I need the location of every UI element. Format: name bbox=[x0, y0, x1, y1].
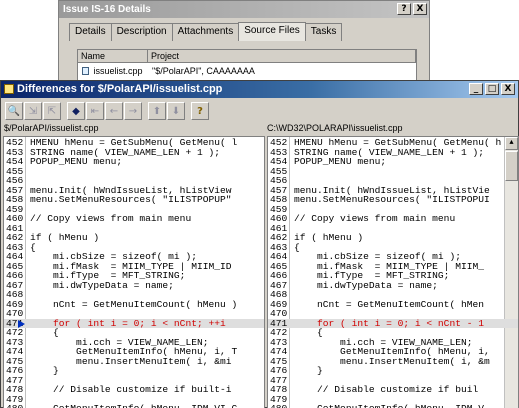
toolbar: 🔍 ⇲ ⇱ ◆ ⇤ ← → ⬆ ⬇ ? bbox=[5, 100, 209, 122]
navigate-prev-icon[interactable]: ← bbox=[105, 102, 123, 120]
tab-source-files[interactable]: Source Files bbox=[238, 22, 306, 41]
up-arrow-icon[interactable]: ⬆ bbox=[148, 102, 166, 120]
binoculars-icon[interactable]: 🔍 bbox=[5, 102, 23, 120]
code-text: menu.SetMenuResources( "ILISTPOPUP" bbox=[30, 194, 232, 205]
window-title: Differences for $/PolarAPI/issuelist.cpp bbox=[17, 83, 223, 95]
differences-window: Differences for $/PolarAPI/issuelist.cpp… bbox=[0, 80, 519, 408]
help-icon[interactable]: ? bbox=[191, 102, 209, 120]
code-text: // Disable customize if buil bbox=[294, 384, 479, 395]
find-prev-icon[interactable]: ⇱ bbox=[43, 102, 61, 120]
left-code-line: 469 nCnt = GetMenuItemCount( hMenu ) bbox=[4, 298, 264, 310]
table-row[interactable]: issuelist.cpp bbox=[82, 66, 143, 76]
code-text: // Copy views from main menu bbox=[30, 213, 192, 224]
right-code-line: 454 POPUP_MENU menu; bbox=[268, 157, 518, 167]
left-code-line: 476 } bbox=[4, 366, 264, 376]
right-code-line: 476 } bbox=[268, 366, 518, 376]
code-text: GetMenuItemInfo( hMenu, IDM_VI_C bbox=[26, 404, 237, 408]
column-header-name[interactable]: Name bbox=[78, 50, 148, 63]
code-text: // Disable customize if built-i bbox=[30, 384, 232, 395]
line-number: 480 bbox=[268, 404, 290, 408]
tab-description[interactable]: Description bbox=[110, 23, 173, 41]
code-text: GetMenuItemInfo( hMenu, IDM_V bbox=[290, 404, 484, 408]
left-code-line: 460// Copy views from main menu bbox=[4, 214, 264, 224]
left-code-line: 455 bbox=[4, 166, 264, 177]
navigate-left-icon[interactable]: ◆ bbox=[67, 102, 85, 120]
dialog-title-bar[interactable]: Issue IS-16 Details ? X bbox=[59, 1, 429, 18]
tab-tasks[interactable]: Tasks bbox=[304, 23, 343, 41]
help-button[interactable]: ? bbox=[397, 3, 411, 15]
window-title-bar[interactable]: Differences for $/PolarAPI/issuelist.cpp… bbox=[1, 81, 518, 98]
left-code-line: 454 POPUP_MENU menu; bbox=[4, 157, 264, 167]
right-code-line: 458 menu.SetMenuResources( "ILISTPOPUI bbox=[268, 195, 518, 205]
code-text: } bbox=[30, 365, 59, 376]
code-text: nCnt = GetMenuItemCount( hMen bbox=[294, 298, 484, 310]
right-code-line: 455 bbox=[268, 166, 518, 177]
left-code-line: 458 menu.SetMenuResources( "ILISTPOPUP" bbox=[4, 195, 264, 205]
right-code-line: 467 mi.dwTypeData = name; bbox=[268, 279, 518, 291]
code-text: if ( hMenu ) bbox=[294, 232, 364, 243]
code-text: POPUP_MENU menu; bbox=[30, 156, 123, 167]
code-text: nCnt = GetMenuItemCount( hMenu ) bbox=[30, 298, 238, 310]
code-text: mi.dwTypeData = name; bbox=[294, 279, 438, 291]
left-code-line: 467 mi.dwTypeData = name; bbox=[4, 279, 264, 291]
maximize-button[interactable]: □ bbox=[485, 83, 499, 95]
find-next-icon[interactable]: ⇲ bbox=[24, 102, 42, 120]
navigate-first-icon[interactable]: ⇤ bbox=[86, 102, 104, 120]
code-text: POPUP_MENU menu; bbox=[294, 156, 387, 167]
cell-name: issuelist.cpp bbox=[93, 66, 143, 76]
column-header-project[interactable]: Project bbox=[148, 50, 416, 63]
right-code-line: 460// Copy views from main menu bbox=[268, 214, 518, 224]
right-code-line: 462 if ( hMenu ) bbox=[268, 233, 518, 243]
window-close-button[interactable]: X bbox=[501, 83, 515, 95]
left-file-path: $/PolarAPI/issuelist.cpp bbox=[4, 123, 99, 133]
right-code-line: 469 nCnt = GetMenuItemCount( hMen bbox=[268, 298, 518, 310]
code-text: } bbox=[294, 365, 323, 376]
minimize-button[interactable]: _ bbox=[469, 83, 483, 95]
right-code-line: 478 // Disable customize if buil bbox=[268, 385, 518, 395]
cell-project: "$/PolarAPI", CAAAAAAA bbox=[152, 66, 255, 76]
tab-details[interactable]: Details bbox=[69, 23, 112, 41]
line-number: 480 bbox=[4, 404, 26, 408]
left-code-line: 480 GetMenuItemInfo( hMenu, IDM_VI_C bbox=[4, 404, 264, 408]
code-text: mi.dwTypeData = name; bbox=[30, 279, 174, 291]
down-arrow-icon[interactable]: ⬇ bbox=[167, 102, 185, 120]
dialog-tabs: Details Description Attachments Source F… bbox=[69, 22, 343, 41]
navigate-next-icon[interactable]: → bbox=[124, 102, 142, 120]
right-file-path: C:\WD32\POLARAPI\issuelist.cpp bbox=[267, 123, 403, 133]
close-button[interactable]: X bbox=[413, 3, 427, 15]
code-text: // Copy views from main menu bbox=[294, 213, 456, 224]
left-code-line: 478 // Disable customize if built-i bbox=[4, 385, 264, 395]
tab-attachments[interactable]: Attachments bbox=[171, 23, 240, 41]
left-code-pane[interactable]: 452 HMENU hMenu = GetSubMenu( GetMenu( l4… bbox=[3, 136, 265, 408]
dialog-title: Issue IS-16 Details bbox=[63, 4, 151, 15]
app-icon bbox=[4, 84, 14, 94]
file-icon bbox=[82, 67, 89, 75]
right-code-line: 480 GetMenuItemInfo( hMenu, IDM_V bbox=[268, 404, 518, 408]
code-text: menu.SetMenuResources( "ILISTPOPUI bbox=[294, 194, 490, 205]
left-code-line: 462 if ( hMenu ) bbox=[4, 233, 264, 243]
code-text: if ( hMenu ) bbox=[30, 232, 100, 243]
right-code-pane[interactable]: ▲ 452 HMENU hMenu = GetSubMenu( GetMenu( … bbox=[267, 136, 519, 408]
